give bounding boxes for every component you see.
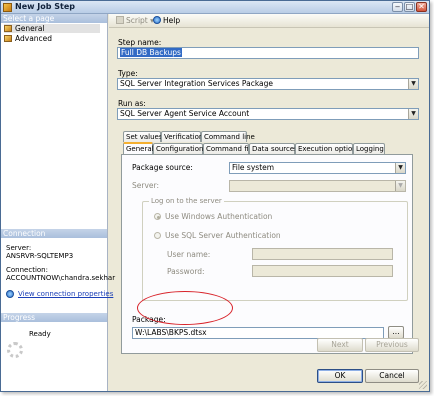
tab-execution-options[interactable]: Execution options (295, 143, 360, 154)
window-title: New Job Step (15, 2, 76, 11)
main-panel: Step name: Full DB Backups Type: SQL Ser… (109, 29, 429, 391)
package-label: Package: (132, 315, 166, 324)
tab-configurations[interactable]: Configurations (153, 143, 207, 154)
chevron-down-icon: ▼ (395, 181, 405, 191)
cancel-button[interactable]: Cancel (365, 369, 419, 383)
windows-auth-label: Use Windows Authentication (165, 212, 273, 221)
chevron-down-icon: ▼ (395, 163, 405, 173)
select-page-header: Select a page (1, 14, 107, 23)
logon-groupbox: Log on to the server Use Windows Authent… (142, 197, 408, 301)
connection-properties-icon (6, 290, 14, 298)
type-value: SQL Server Integration Services Package (120, 79, 274, 88)
step-name-label: Step name: (118, 38, 162, 47)
progress-spinner-icon (7, 342, 23, 358)
step-name-value: Full DB Backups (120, 48, 182, 57)
script-button[interactable]: Script ▾ (116, 16, 154, 25)
progress-status: Ready (29, 330, 51, 338)
package-source-value: File system (232, 163, 275, 172)
view-connection-properties-link[interactable]: View connection properties (18, 290, 113, 298)
title-bar: New Job Step ‒ □ ✕ (1, 1, 429, 14)
connection-value: ACCOUNTNOW\chandra.sekhar (6, 274, 116, 282)
maximize-button[interactable]: □ (404, 2, 415, 12)
new-job-step-dialog: New Job Step ‒ □ ✕ Select a page General… (0, 0, 430, 392)
tab-logging[interactable]: Logging (353, 143, 385, 154)
tab-data-sources[interactable]: Data sources (249, 143, 298, 154)
sql-auth-radio[interactable] (154, 232, 161, 239)
help-button[interactable]: Help (153, 16, 180, 25)
connection-label: Connection: (6, 266, 48, 274)
user-name-input[interactable] (252, 248, 393, 260)
server-label: Server: (6, 244, 32, 252)
tab-general[interactable]: General (123, 142, 154, 154)
server-label: Server: (132, 181, 159, 190)
step-name-input[interactable]: Full DB Backups (117, 47, 419, 59)
tab-verification[interactable]: Verification (161, 131, 203, 142)
server-select[interactable]: ▼ (229, 180, 406, 192)
connection-header: Connection (1, 229, 107, 238)
run-as-label: Run as: (118, 99, 146, 108)
package-source-select[interactable]: File system ▼ (229, 162, 406, 174)
previous-button[interactable]: Previous (365, 338, 419, 352)
progress-header: Progress (1, 313, 107, 322)
type-select[interactable]: SQL Server Integration Services Package … (117, 78, 419, 90)
help-icon (153, 16, 161, 24)
page-advanced[interactable]: Advanced (4, 34, 52, 43)
script-label: Script (126, 16, 148, 25)
type-label: Type: (118, 69, 138, 78)
close-button[interactable]: ✕ (416, 2, 427, 12)
server-value: ANSRVR-SQLTEMP3 (6, 252, 74, 260)
sql-auth-label: Use SQL Server Authentication (165, 231, 281, 240)
password-input[interactable] (252, 265, 393, 277)
logon-group-title: Log on to the server (149, 197, 224, 206)
minimize-button[interactable]: ‒ (392, 2, 403, 12)
password-label: Password: (167, 267, 205, 276)
page-general[interactable]: General (4, 24, 100, 33)
ok-button[interactable]: OK (317, 369, 363, 383)
tab-set-values[interactable]: Set values (123, 131, 163, 142)
page-icon (4, 25, 12, 32)
user-name-label: User name: (167, 250, 211, 259)
resize-grip[interactable] (419, 381, 427, 389)
tab-command-files[interactable]: Command files (203, 143, 259, 154)
help-label: Help (163, 16, 181, 25)
package-source-label: Package source: (132, 163, 193, 172)
general-tab-panel: Package source: File system ▼ Server: ▼ … (121, 154, 413, 354)
chevron-down-icon: ▼ (408, 109, 418, 119)
run-as-value: SQL Server Agent Service Account (120, 109, 250, 118)
chevron-down-icon: ▼ (408, 79, 418, 89)
page-general-label: General (15, 24, 45, 33)
package-path-value: W:\LABS\BKPS.dtsx (135, 328, 207, 337)
run-as-select[interactable]: SQL Server Agent Service Account ▼ (117, 108, 419, 120)
script-icon (116, 16, 124, 24)
windows-auth-radio[interactable] (154, 213, 161, 220)
toolbar: Script ▾ Help (109, 14, 429, 28)
tab-command-line[interactable]: Command line (201, 131, 255, 142)
page-advanced-label: Advanced (15, 34, 53, 43)
left-pane: Select a page General Advanced Connectio… (1, 14, 115, 391)
page-icon (4, 35, 12, 42)
next-button[interactable]: Next (317, 338, 363, 352)
job-step-icon (3, 3, 12, 12)
